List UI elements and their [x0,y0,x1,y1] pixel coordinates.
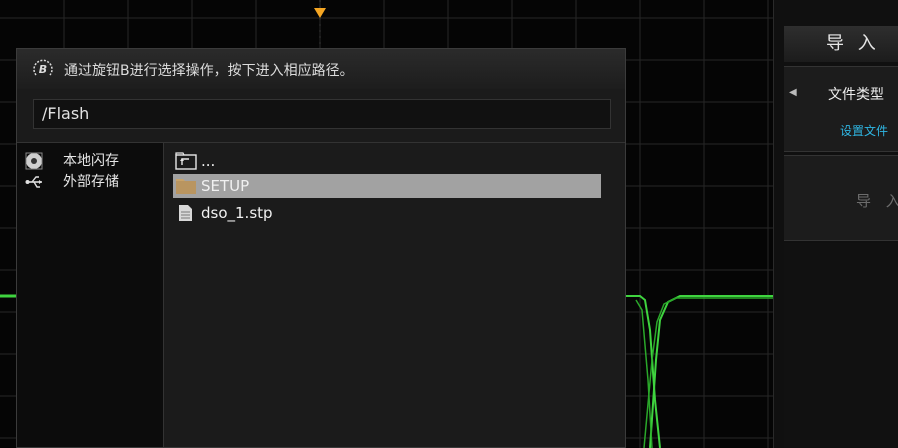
file-label: ... [201,152,216,170]
disk-icon [25,152,43,170]
file-label: dso_1.stp [201,204,273,222]
file-row-setup[interactable]: SETUP [173,174,601,198]
menu-empty-area [784,243,898,448]
menu-item-import[interactable]: 导 入 [784,155,898,241]
file-list: ... SETUP dso_1.stp [165,143,625,447]
storage-sidebar: 本地闪存 外部存储 [17,143,164,447]
svg-text:B: B [39,63,47,76]
sidebar-item-label: 本地闪存 [63,153,119,169]
folder-icon [176,179,196,194]
menu-item-label: 文件类型 [828,87,884,103]
menu-item-label: 导 入 [856,192,898,210]
menu-arrow-icon: ◀ [789,87,797,98]
file-label: SETUP [201,177,250,195]
parent-folder-icon [175,152,197,170]
sidebar-item-local-flash[interactable]: 本地闪存 [25,151,161,171]
file-row-parent[interactable]: ... [173,149,601,173]
sidebar-item-label: 外部存储 [63,174,119,190]
menu-item-file-type[interactable]: ◀ 文件类型 设置文件 [784,66,898,152]
softkey-menu: 导 入 ◀ 文件类型 设置文件 导 入 [773,0,898,448]
file-row-dso[interactable]: dso_1.stp [173,201,601,225]
trigger-position-marker [314,8,326,18]
menu-item-value: 设置文件 [840,124,889,138]
usb-icon [25,176,42,188]
dialog-hint-text: 通过旋钮B进行选择操作，按下进入相应路径。 [64,63,354,79]
sidebar-item-external-storage[interactable]: 外部存储 [25,172,161,192]
path-field: /Flash [33,99,611,129]
file-browser-dialog: B 通过旋钮B进行选择操作，按下进入相应路径。 /Flash 本地闪存 外部存储 [16,48,626,448]
file-icon [179,205,192,221]
knob-b-icon: B [33,59,53,76]
menu-title: 导 入 [784,26,898,62]
dialog-header: B 通过旋钮B进行选择操作，按下进入相应路径。 [17,49,625,89]
waveform-trace [626,295,773,448]
